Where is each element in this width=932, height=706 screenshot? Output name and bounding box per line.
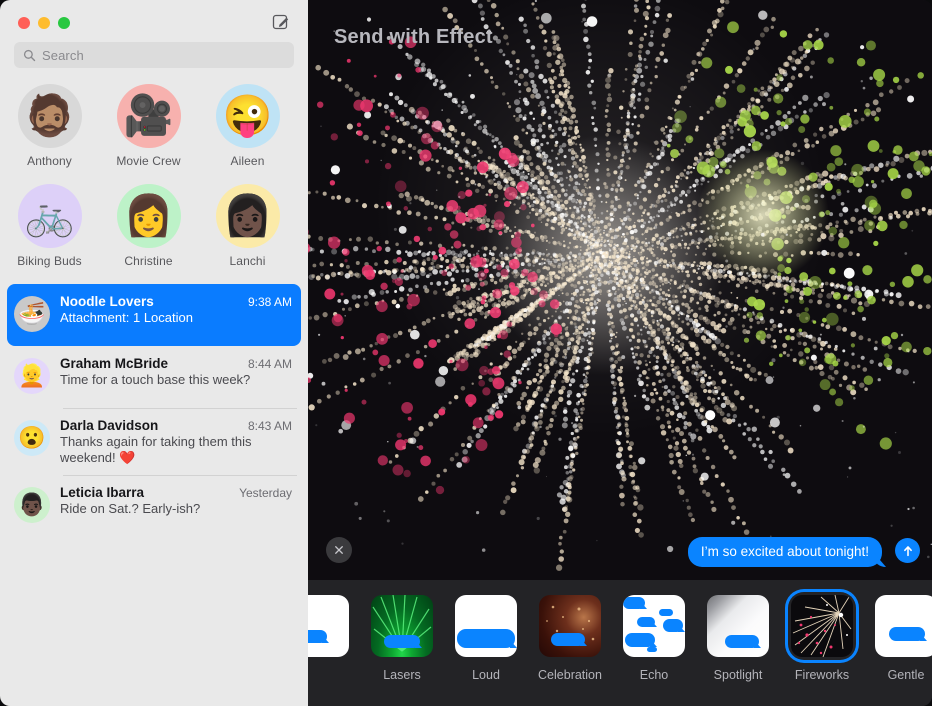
pinned-item-anthony[interactable]: 🧔🏽 Anthony <box>0 84 99 168</box>
avatar: 👨🏿 <box>14 487 50 523</box>
conversation-body: Graham McBride 8:44 AM Time for a touch ba… <box>60 355 292 399</box>
conversation-body: Darla Davidson 8:43 AM Thanks again for ta… <box>60 417 292 466</box>
conversation-list: 🍜 Noodle Lovers 9:38 AM Attachment: 1 Locat… <box>0 284 308 537</box>
effect-label: Echo <box>639 668 669 682</box>
sidebar: Search 🧔🏽 Anthony 🎥 Movie Crew 😜 Aileen 🚲 Bikin… <box>0 0 308 706</box>
compose-pencil-icon[interactable] <box>271 12 291 32</box>
avatar: 🍜 <box>14 296 50 332</box>
pinned-item-label: Biking Buds <box>17 254 82 268</box>
effect-thumbnail[interactable] <box>452 592 520 660</box>
pinned-item-label: Christine <box>124 254 173 268</box>
conversation-panel: Send with Effect I’m so excited about to… <box>308 0 932 706</box>
conversation-preview: Ride on Sat.? Early-ish? <box>60 501 201 516</box>
effects-picker[interactable]: Lasers Loud Celebration Echo Spotlight Firewo… <box>308 580 932 706</box>
conversation-preview: Attachment: 1 Location <box>60 310 193 325</box>
avatar: 🧔🏽 <box>17 84 82 148</box>
pinned-item-aileen[interactable]: 😜 Aileen <box>198 84 297 168</box>
conversation-body: Noodle Lovers 9:38 AM Attachment: 1 Locati… <box>60 293 292 337</box>
zoom-window-button[interactable] <box>58 17 70 29</box>
titlebar <box>0 0 308 38</box>
pinned-item-label: Anthony <box>27 154 72 168</box>
row-divider <box>63 475 297 476</box>
avatar: 😮 <box>14 420 50 456</box>
pinned-item-label: Aileen <box>230 154 265 168</box>
conversation-row[interactable]: 😮 Darla Davidson 8:43 AM Thanks again for t… <box>7 408 301 475</box>
close-window-button[interactable] <box>18 17 30 29</box>
effect-option-gentle[interactable]: Gentle <box>872 592 932 682</box>
effect-thumbnail[interactable] <box>788 592 856 660</box>
avatar: 👩🏿 <box>215 184 280 248</box>
fireworks-glow <box>308 0 932 580</box>
avatar: 🚲 <box>17 184 82 248</box>
effect-option-fireworks[interactable]: Fireworks <box>788 592 856 682</box>
pinned-item-biking-buds[interactable]: 🚲 Biking Buds <box>0 184 99 268</box>
conversation-name: Noodle Lovers <box>60 294 154 309</box>
effect-label: Loud <box>472 668 500 682</box>
effects-track: Lasers Loud Celebration Echo Spotlight Firewo… <box>308 592 932 682</box>
effect-label: Gentle <box>887 668 925 682</box>
pinned-item-movie-crew[interactable]: 🎥 Movie Crew <box>99 84 198 168</box>
send-arrow-up-icon[interactable] <box>895 538 920 563</box>
pinned-conversations-grid: 🧔🏽 Anthony 🎥 Movie Crew 😜 Aileen 🚲 Biking Buds 👩… <box>0 68 308 270</box>
avatar: 👱 <box>14 358 50 394</box>
conversation-name: Leticia Ibarra <box>60 485 145 500</box>
conversation-preview: Thanks again for taking them this weeken… <box>60 434 252 465</box>
effect-option-spotlight[interactable]: Spotlight <box>704 592 772 682</box>
effect-thumbnail[interactable] <box>368 592 436 660</box>
close-x-icon[interactable] <box>326 537 352 563</box>
effect-thumbnail[interactable] <box>704 592 772 660</box>
pinned-item-lanchi[interactable]: 👩🏿 Lanchi <box>198 184 297 268</box>
effect-label: Lasers <box>383 668 421 682</box>
search-icon <box>23 49 36 61</box>
effect-thumbnail[interactable] <box>308 592 352 660</box>
row-divider <box>63 408 297 409</box>
conversation-timestamp: 8:44 AM <box>247 357 292 371</box>
conversation-preview: Time for a touch base this week? <box>60 372 251 387</box>
pinned-item-christine[interactable]: 👩 Christine <box>99 184 198 268</box>
minimize-window-button[interactable] <box>38 17 50 29</box>
effect-label: Celebration <box>538 668 602 682</box>
conversation-row[interactable]: 👨🏿 Leticia Ibarra Yesterday Ride on Sat.? E… <box>7 475 301 537</box>
effect-option[interactable] <box>308 592 352 682</box>
effect-option-celebration[interactable]: Celebration <box>536 592 604 682</box>
effect-thumbnail[interactable] <box>620 592 688 660</box>
pinned-item-label: Lanchi <box>229 254 266 268</box>
conversation-timestamp: Yesterday <box>239 486 292 500</box>
avatar: 😜 <box>215 84 280 148</box>
conversation-name: Darla Davidson <box>60 418 159 433</box>
pinned-row: 🚲 Biking Buds 👩 Christine 👩🏿 Lanchi <box>0 184 308 268</box>
effect-thumbnail[interactable] <box>536 592 604 660</box>
effect-label: Spotlight <box>713 668 763 682</box>
pinned-row: 🧔🏽 Anthony 🎥 Movie Crew 😜 Aileen <box>0 84 308 168</box>
conversation-row[interactable]: 🍜 Noodle Lovers 9:38 AM Attachment: 1 Locat… <box>7 284 301 346</box>
conversation-name: Graham McBride <box>60 356 169 371</box>
effect-label: Fireworks <box>794 668 850 682</box>
effect-option-loud[interactable]: Loud <box>452 592 520 682</box>
conversation-row[interactable]: 👱 Graham McBride 8:44 AM Time for a touch b… <box>7 346 301 408</box>
conversation-timestamp: 8:43 AM <box>247 419 292 433</box>
effect-thumbnail[interactable] <box>872 592 932 660</box>
page-title: Send with Effect <box>334 26 493 48</box>
fireworks-effect-preview <box>308 0 932 580</box>
search-input[interactable]: Search <box>14 42 294 68</box>
messages-window: Search 🧔🏽 Anthony 🎥 Movie Crew 😜 Aileen 🚲 Bikin… <box>0 0 932 706</box>
pinned-item-label: Movie Crew <box>116 154 181 168</box>
outgoing-message-bubble: I’m so excited about tonight! <box>687 537 882 567</box>
composer-row: I’m so excited about tonight! <box>308 528 932 580</box>
avatar: 👩 <box>116 184 181 248</box>
avatar: 🎥 <box>116 84 181 148</box>
effect-option-echo[interactable]: Echo <box>620 592 688 682</box>
conversation-body: Leticia Ibarra Yesterday Ride on Sat.? Ear… <box>60 484 292 528</box>
window-controls[interactable] <box>18 17 70 29</box>
conversation-timestamp: 9:38 AM <box>247 295 292 309</box>
search-placeholder: Search <box>42 47 84 63</box>
effect-option-lasers[interactable]: Lasers <box>368 592 436 682</box>
